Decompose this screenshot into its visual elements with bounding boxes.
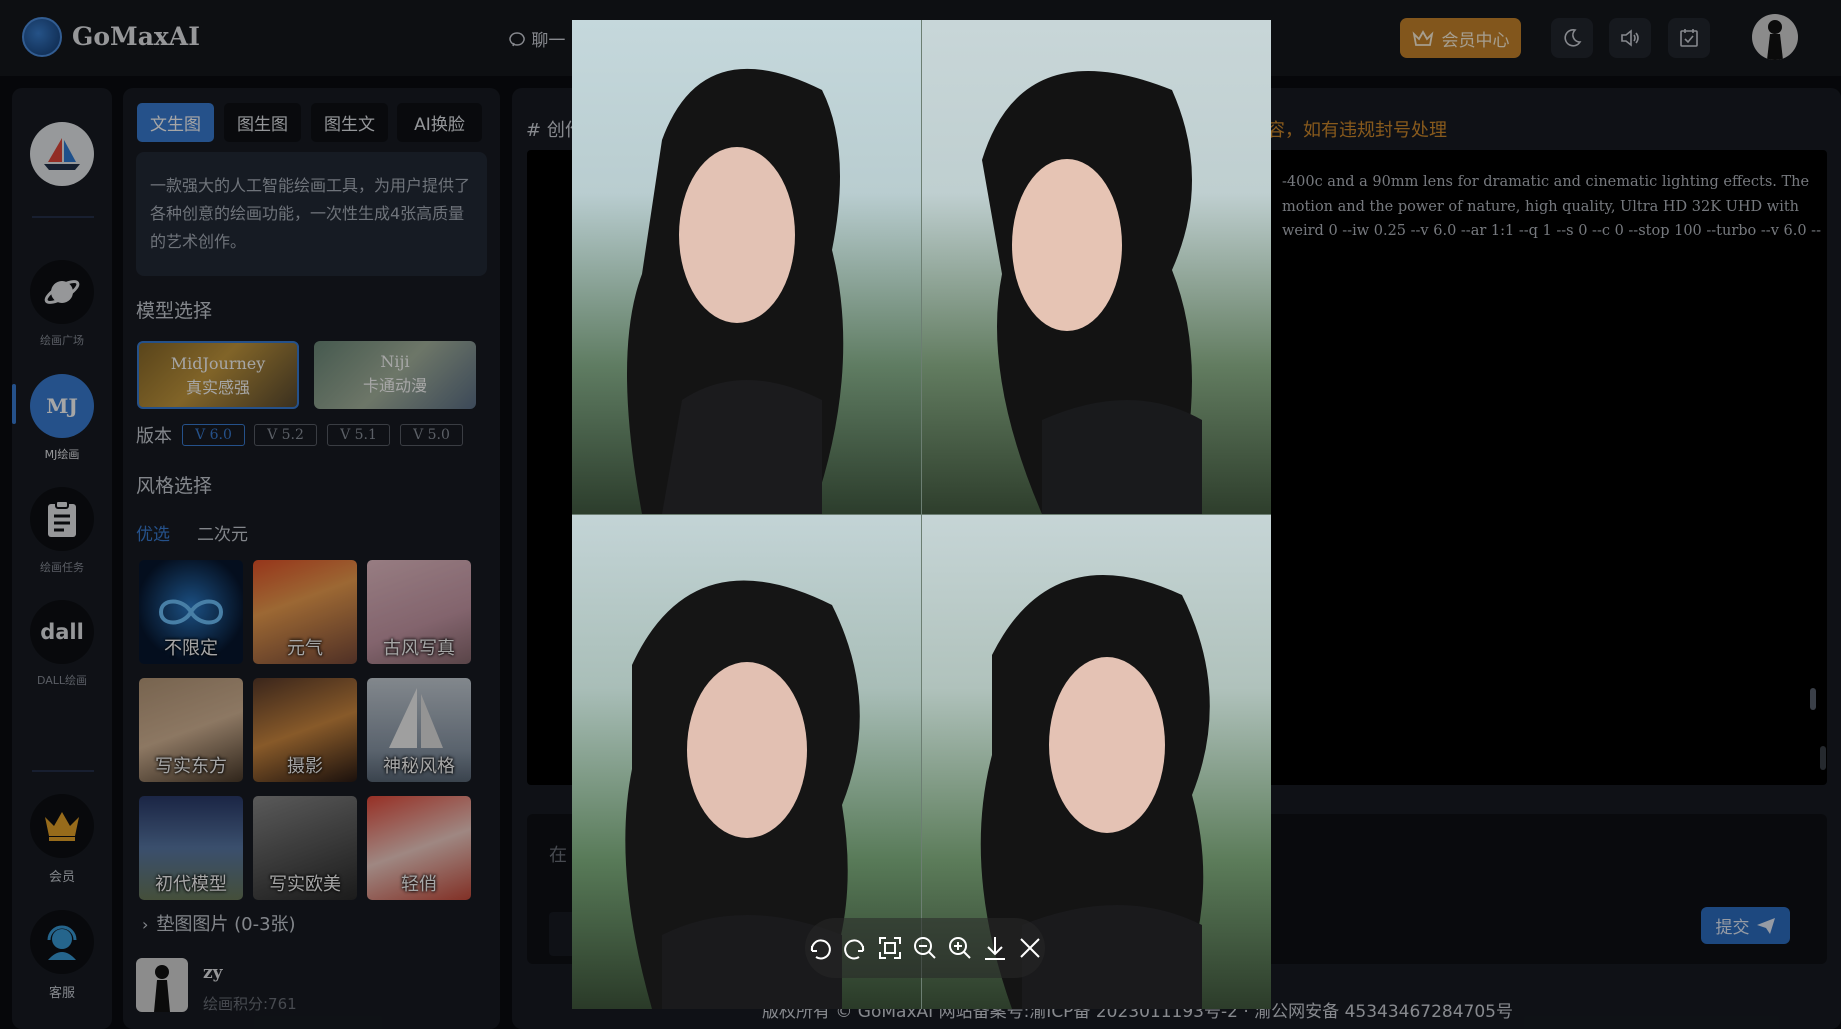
page-scrollbar[interactable] — [1810, 688, 1816, 710]
download-icon — [985, 937, 1005, 960]
preview-image-2 — [922, 20, 1271, 514]
portrait-shape-icon — [627, 68, 844, 514]
zoom-out-icon — [914, 937, 936, 959]
close-viewer-button[interactable] — [1017, 935, 1044, 962]
rotate-right-button[interactable] — [842, 935, 869, 962]
fit-screen-icon — [879, 937, 901, 959]
preview-image-1 — [572, 20, 921, 514]
image-preview — [572, 20, 1271, 1009]
rotate-right-icon — [844, 939, 865, 960]
zoom-in-icon — [949, 937, 971, 959]
portrait-shape-icon — [982, 71, 1202, 514]
rotate-left-icon — [810, 939, 831, 960]
download-button[interactable] — [982, 935, 1009, 962]
zoom-in-button[interactable] — [947, 935, 974, 962]
viewer-toolbar — [805, 918, 1045, 978]
close-icon — [1020, 938, 1040, 958]
rotate-left-button[interactable] — [807, 935, 834, 962]
zoom-out-button[interactable] — [912, 935, 939, 962]
fit-screen-button[interactable] — [877, 935, 904, 962]
